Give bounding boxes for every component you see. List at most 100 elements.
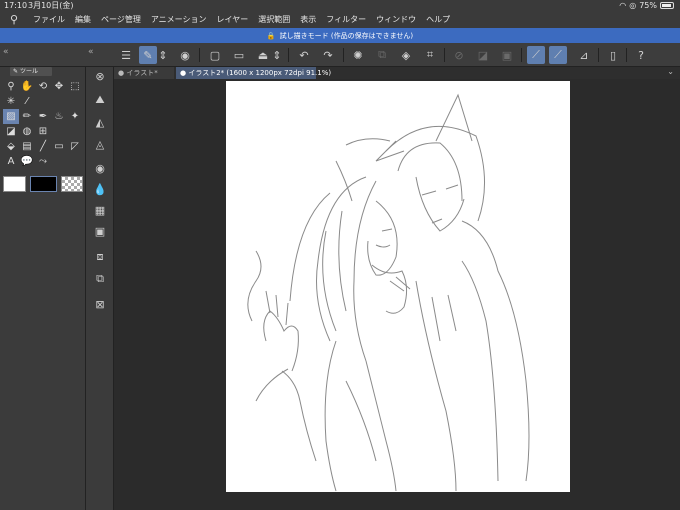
menu-animation[interactable]: アニメーション <box>146 14 212 25</box>
tab-illust-2-label: イラスト2* (1600 x 1200px 72dpi 91.1%) <box>188 69 332 77</box>
airbrush-tool-icon[interactable]: ♨ <box>51 109 67 124</box>
status-right: ◠ ◎ 75% <box>619 0 674 11</box>
eraser-tool-icon[interactable]: ◪ <box>3 124 19 139</box>
pencil-tool-icon[interactable]: ✏ <box>19 109 35 124</box>
tab-illust-2[interactable]: ● イラスト2* (1600 x 1200px 72dpi 91.1%) <box>176 67 331 79</box>
brush-size-icon[interactable]: ◬ <box>91 135 109 153</box>
battery-percent: 75% <box>639 1 657 10</box>
hand-tool-icon[interactable]: ✋ <box>19 79 35 94</box>
help-icon[interactable]: ? <box>632 46 650 64</box>
touch-gesture-icon[interactable]: ✎ <box>139 46 157 64</box>
tool-property-icon[interactable]: ◭ <box>91 113 109 131</box>
sub-color-swatch[interactable] <box>3 176 26 192</box>
fill-tool-icon[interactable]: ⬙ <box>3 139 19 154</box>
correct-line-tool-icon[interactable]: ⤳ <box>35 154 51 169</box>
loading-icon[interactable]: ✺ <box>349 46 367 64</box>
drawing-canvas[interactable] <box>226 81 570 492</box>
navigator-icon[interactable]: ⊗ <box>91 67 109 85</box>
battery-icon <box>660 2 674 9</box>
menu-window[interactable]: ウィンドウ <box>371 14 421 25</box>
app-logo-icon[interactable]: ⚲ <box>0 13 28 26</box>
menu-layer[interactable]: レイヤー <box>212 14 254 25</box>
ruler-tool-icon[interactable]: ◸ <box>67 139 83 154</box>
rotate-tool-icon[interactable]: ⟲ <box>35 79 51 94</box>
menu-help[interactable]: ヘルプ <box>421 14 455 25</box>
collapse-left-icon[interactable]: « <box>3 47 9 57</box>
brush-tool-icon[interactable]: ✒ <box>35 109 51 124</box>
gradient-tool-icon[interactable]: ▤ <box>19 139 35 154</box>
trial-banner-text: 試し描きモード (作品の保存はできません) <box>279 31 414 40</box>
copy-icon[interactable]: ⧉ <box>373 46 391 64</box>
tab-illust-1[interactable]: ● イラスト* <box>114 67 174 79</box>
menu-filter[interactable]: フィルター <box>321 14 371 25</box>
new-file-icon[interactable]: ▢ <box>206 46 224 64</box>
ruler-snap-icon[interactable]: ⟋ <box>527 46 545 64</box>
color-swatches <box>3 176 83 192</box>
stepper-icon[interactable]: ⇕ <box>158 46 168 64</box>
material-icon[interactable]: ▣ <box>91 222 109 240</box>
sketch-illustration <box>247 93 530 492</box>
blend-tool-icon[interactable]: ◍ <box>19 124 35 139</box>
tab-illust-1-label: イラスト* <box>126 69 158 77</box>
pen-tool-icon[interactable]: ▨ <box>3 109 19 124</box>
frame-tool-icon[interactable]: ▭ <box>51 139 67 154</box>
rotation-lock-icon: ◎ <box>629 1 637 10</box>
layer-icon[interactable]: ⧉ <box>91 270 109 288</box>
text-tool-icon[interactable]: A <box>3 154 19 169</box>
layer-property-icon[interactable]: ⧈ <box>91 248 109 266</box>
collapse-sub-icon[interactable]: « <box>88 47 94 57</box>
tool-palette: ✎ ツール ⚲ ✋ ⟲ ✥ ⬚ ✳ ⁄ ▨ ✏ ✒ ♨ ✦ ◪ ◍ ⊞ ⬙ ▤ … <box>0 67 86 510</box>
trial-banner[interactable]: 🔒 試し描きモード (作品の保存はできません) <box>0 28 680 43</box>
move-tool-icon[interactable]: ✥ <box>51 79 67 94</box>
grid-tool-icon[interactable]: ⊞ <box>35 124 51 139</box>
menu-page[interactable]: ページ管理 <box>96 14 146 25</box>
tool-tab-label: ツール <box>19 68 38 75</box>
redo-icon[interactable]: ↷ <box>319 46 337 64</box>
save-stepper-icon[interactable]: ⇕ <box>272 46 282 64</box>
status-bar: 17:10 3月10日(金) ◠ ◎ 75% <box>0 0 680 11</box>
transform-icon[interactable]: ⌗ <box>421 46 439 64</box>
special-ruler-snap-icon[interactable]: ⟋ <box>549 46 567 64</box>
tool-grid: ⚲ ✋ ⟲ ✥ ⬚ ✳ ⁄ ▨ ✏ ✒ ♨ ✦ ◪ ◍ ⊞ ⬙ ▤ ╱ ▭ ◸ … <box>3 79 83 169</box>
line-tool-icon[interactable]: ╱ <box>35 139 51 154</box>
deselect-icon[interactable]: ▣ <box>498 46 516 64</box>
menu-edit[interactable]: 編集 <box>70 14 96 25</box>
grid-snap-icon[interactable]: ⊿ <box>575 46 593 64</box>
document-tabs: ● イラスト* ● イラスト2* (1600 x 1200px 72dpi 91… <box>114 67 680 79</box>
app-window: 17:10 3月10日(金) ◠ ◎ 75% ⚲ ファイル 編集 ページ管理 ア… <box>0 0 680 510</box>
canvas-workspace[interactable] <box>114 79 680 510</box>
undo-icon[interactable]: ↶ <box>295 46 313 64</box>
sub-tool-icon[interactable]: ⛰ <box>91 91 109 109</box>
decoration-tool-icon[interactable]: ✦ <box>67 109 83 124</box>
tool-tab[interactable]: ✎ ツール <box>10 67 52 76</box>
wifi-icon: ◠ <box>619 1 627 10</box>
color-set-icon[interactable]: 💧 <box>91 180 109 198</box>
hamburger-icon[interactable]: ☰ <box>117 46 135 64</box>
color-history-icon[interactable]: ▦ <box>91 201 109 219</box>
save-icon[interactable]: ⏏ <box>254 46 272 64</box>
balloon-tool-icon[interactable]: 💬 <box>19 154 35 169</box>
menu-view[interactable]: 表示 <box>295 14 321 25</box>
transparent-color-swatch[interactable] <box>61 176 83 192</box>
zoom-tool-icon[interactable]: ⚲ <box>3 79 19 94</box>
modifier-key-icon[interactable]: ◉ <box>176 46 194 64</box>
menu-file[interactable]: ファイル <box>28 14 70 25</box>
status-date: 3月10日(金) <box>28 1 74 10</box>
clear-icon[interactable]: ⊘ <box>450 46 468 64</box>
main-color-swatch[interactable] <box>30 176 57 192</box>
chevron-down-icon[interactable]: ⌄ <box>667 67 674 76</box>
select-tool-icon[interactable]: ⬚ <box>67 79 83 94</box>
device-icon[interactable]: ▯ <box>604 46 622 64</box>
color-wheel-icon[interactable]: ◉ <box>91 159 109 177</box>
lock-icon: 🔒 <box>266 31 276 40</box>
auto-action-icon[interactable]: ⊠ <box>91 295 109 313</box>
menu-bar: ⚲ ファイル 編集 ページ管理 アニメーション レイヤー 選択範囲 表示 フィル… <box>0 11 680 28</box>
fill-icon[interactable]: ◈ <box>397 46 415 64</box>
command-bar: « « ☰ ✎ ⇕ ◉ ▢ ▭ ⏏ ⇕ ↶ ↷ ✺ ⧉ ◈ ⌗ ⊘ ◪ ▣ ⟋ … <box>0 43 680 67</box>
status-time: 17:10 <box>4 1 28 10</box>
menu-selection[interactable]: 選択範囲 <box>253 14 295 25</box>
magic-wand-icon[interactable]: ✳ <box>3 94 19 109</box>
open-folder-icon[interactable]: ▭ <box>230 46 248 64</box>
fill-selection-icon[interactable]: ◪ <box>474 46 492 64</box>
eyedropper-icon[interactable]: ⁄ <box>19 94 35 109</box>
